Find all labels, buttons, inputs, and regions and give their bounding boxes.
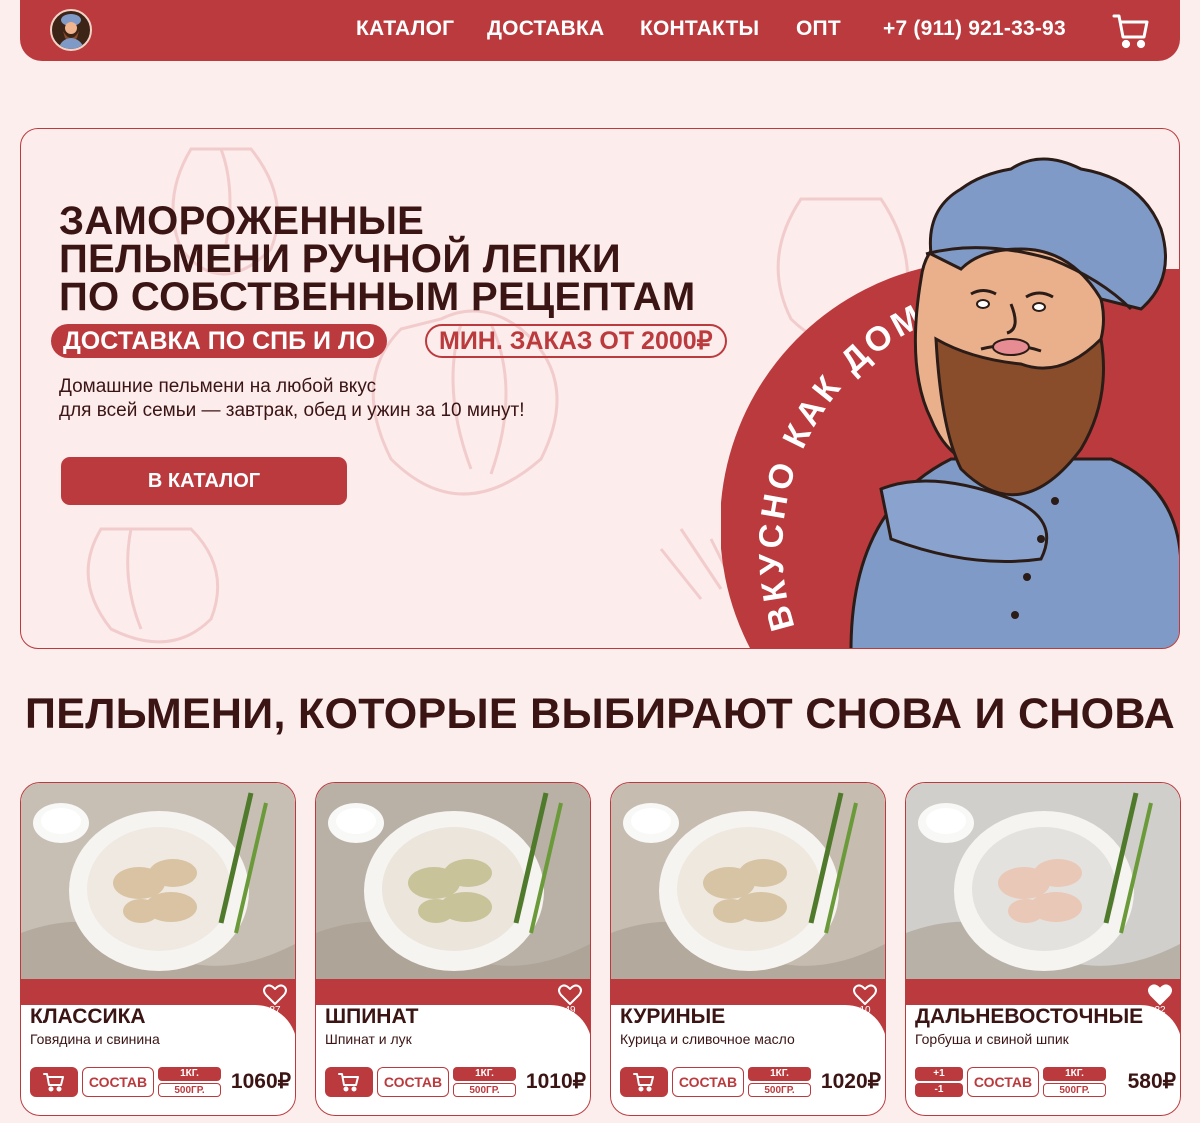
product-photo xyxy=(906,783,1180,983)
quantity-plus-button[interactable]: +1 xyxy=(915,1067,963,1081)
product-photo xyxy=(316,783,590,983)
hero-title-line: ПО СОБСТВЕННЫМ РЕЦЕПТАМ xyxy=(59,275,696,319)
product-description: Говядина и свинина xyxy=(30,1031,160,1047)
product-photo xyxy=(21,783,295,983)
cart-icon xyxy=(43,1073,64,1092)
heart-icon[interactable] xyxy=(558,984,582,1006)
product-name: КУРИНЫЕ xyxy=(620,1005,726,1028)
add-to-cart-button[interactable] xyxy=(325,1067,373,1097)
product-photo xyxy=(611,783,885,983)
heart-icon[interactable] xyxy=(1148,984,1172,1006)
ingredients-button[interactable]: СОСТАВ xyxy=(82,1067,154,1097)
product-name: КЛАССИКА xyxy=(30,1005,146,1028)
product-price: 1020₽ xyxy=(820,1070,881,1093)
ingredients-button[interactable]: СОСТАВ xyxy=(672,1067,744,1097)
delivery-pill: ДОСТАВКА ПО СПБ И ЛО xyxy=(51,324,387,358)
quantity-minus-button[interactable]: -1 xyxy=(915,1083,963,1097)
product-name: ДАЛЬНЕВОСТОЧНЫЕ xyxy=(915,1005,1144,1028)
section-title: ПЕЛЬМЕНИ, КОТОРЫЕ ВЫБИРАЮТ СНОВА И СНОВА xyxy=(25,690,1175,738)
ingredients-button[interactable]: СОСТАВ xyxy=(967,1067,1039,1097)
cart-icon xyxy=(338,1073,359,1092)
product-description: Горбуша и свиной шпик xyxy=(915,1031,1069,1047)
nav-link-wholesale[interactable]: ОПТ xyxy=(796,17,841,41)
top-nav: КАТАЛОГ ДОСТАВКА КОНТАКТЫ ОПТ +7 (911) 9… xyxy=(20,0,1180,61)
like-count: 49 xyxy=(564,1005,576,1016)
hero-banner: ЗАМОРОЖЕННЫЕ ПЕЛЬМЕНИ РУЧНОЙ ЛЕПКИ ПО СО… xyxy=(20,128,1180,649)
add-to-cart-button[interactable] xyxy=(620,1067,668,1097)
add-to-cart-button[interactable] xyxy=(30,1067,78,1097)
cart-icon xyxy=(633,1073,654,1092)
product-description: Шпинат и лук xyxy=(325,1031,412,1047)
hero-title-line: ЗАМОРОЖЕННЫЕ xyxy=(59,199,425,243)
ingredients-button[interactable]: СОСТАВ xyxy=(377,1067,449,1097)
hero-subtitle: Домашние пельмени на любой вкус для всей… xyxy=(59,375,525,423)
product-description: Курица и сливочное масло xyxy=(620,1031,795,1047)
product-card[interactable]: 22 ДАЛЬНЕВОСТОЧНЫЕ Горбуша и свиной шпик +1… xyxy=(905,782,1181,1116)
chef-logo-icon[interactable] xyxy=(50,9,92,51)
hero-title: ЗАМОРОЖЕННЫЕ ПЕЛЬМЕНИ РУЧНОЙ ЛЕПКИ ПО СО… xyxy=(59,199,779,319)
product-name: ШПИНАТ xyxy=(325,1005,419,1028)
min-order-pill: МИН. ЗАКАЗ ОТ 2000₽ xyxy=(425,324,727,358)
hero-title-line: ПЕЛЬМЕНИ РУЧНОЙ ЛЕПКИ xyxy=(59,237,621,281)
product-price: 1010₽ xyxy=(525,1070,586,1093)
like-count: 22 xyxy=(1154,1005,1166,1016)
catalog-button[interactable]: В КАТАЛОГ xyxy=(61,457,347,505)
chef-illustration: ВКУСНО КАК ДОМА! xyxy=(721,157,1179,648)
product-card[interactable]: 10 КУРИНЫЕ Курица и сливочное масло СОСТАВ 1… xyxy=(610,782,886,1116)
nav-link-contacts[interactable]: КОНТАКТЫ xyxy=(640,17,759,41)
product-card[interactable]: 49 ШПИНАТ Шпинат и лук СОСТАВ 1КГ. 500ГР. 1010… xyxy=(315,782,591,1116)
product-price: 1060₽ xyxy=(230,1070,291,1093)
phone-link[interactable]: +7 (911) 921-33-93 xyxy=(883,17,1066,41)
product-price: 580₽ xyxy=(1127,1070,1176,1093)
hero-subtitle-line: для всей семьи — завтрак, обед и ужин за… xyxy=(59,400,525,421)
like-count: 10 xyxy=(859,1005,871,1016)
product-card[interactable]: 87 КЛАССИКА Говядина и свинина СОСТАВ 1КГ. 50… xyxy=(20,782,296,1116)
hero-subtitle-line: Домашние пельмени на любой вкус xyxy=(59,376,377,397)
heart-icon[interactable] xyxy=(263,984,287,1006)
nav-link-delivery[interactable]: ДОСТАВКА xyxy=(487,17,604,41)
heart-icon[interactable] xyxy=(853,984,877,1006)
cart-icon[interactable] xyxy=(1112,12,1150,50)
nav-link-catalog[interactable]: КАТАЛОГ xyxy=(356,17,454,41)
like-count: 87 xyxy=(269,1005,281,1016)
